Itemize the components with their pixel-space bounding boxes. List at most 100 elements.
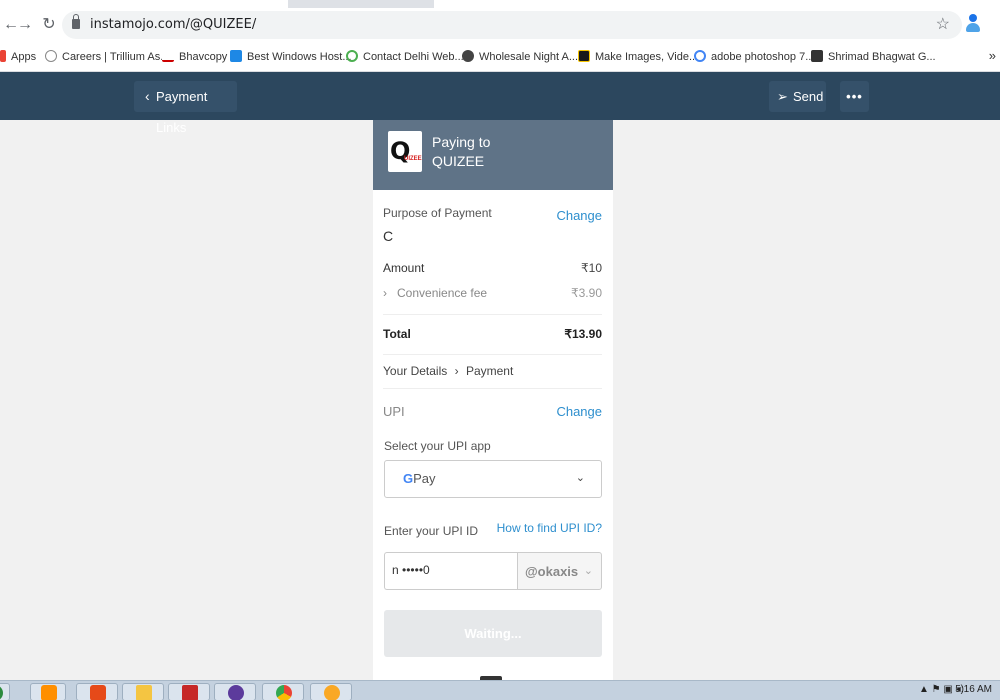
gpay-option: GPay xyxy=(403,471,436,486)
start-button[interactable] xyxy=(0,683,10,700)
fee-value: ₹3.90 xyxy=(571,286,602,300)
back-button-label: Payment Links xyxy=(156,89,208,135)
tab-next[interactable] xyxy=(584,0,1000,8)
bookmark-shrimad-bhagwat[interactable]: Shrimad Bhagwat G... xyxy=(811,48,936,66)
bookmarks-overflow-icon[interactable]: » xyxy=(989,48,996,63)
convenience-fee-toggle[interactable]: › Convenience fee xyxy=(383,286,487,300)
bookmark-windows-host[interactable]: Best Windows Host... xyxy=(230,48,352,66)
tab-previous[interactable] xyxy=(0,0,288,8)
bookmark-star-icon[interactable]: ☆ xyxy=(936,14,950,34)
chevron-right-icon: › xyxy=(454,364,459,378)
apps-grid-icon xyxy=(0,50,6,62)
select-upi-app-label: Select your UPI app xyxy=(384,439,491,453)
extension-profile-icon[interactable] xyxy=(966,14,980,34)
send-button-label: Send xyxy=(793,89,824,104)
gpay-label: Pay xyxy=(413,471,436,486)
taskbar: ▲ ⚑ ▣ ◂) 5:16 AM xyxy=(0,680,1000,700)
tab-active[interactable] xyxy=(434,0,584,8)
folder-icon xyxy=(136,685,152,700)
s-icon xyxy=(578,50,590,62)
bookmark-label: Contact Delhi Web... xyxy=(363,51,464,63)
bookmark-label: Wholesale Night A... xyxy=(479,51,579,63)
send-button[interactable]: ➢ Send xyxy=(769,81,826,112)
amount-label: Amount xyxy=(383,261,425,275)
headset-icon xyxy=(346,50,358,62)
checkout-steps: Your Details › Payment xyxy=(383,364,513,378)
bookmark-adobe-photoshop[interactable]: adobe photoshop 7... xyxy=(694,48,814,66)
clock[interactable]: 5:16 AM xyxy=(955,684,992,695)
bookmark-make-images[interactable]: Make Images, Vide... xyxy=(578,48,698,66)
url-text[interactable]: instamojo.com/@QUIZEE/ xyxy=(90,17,256,32)
bookmark-label: Best Windows Host... xyxy=(247,51,352,63)
chevron-right-icon: › xyxy=(383,286,387,300)
upi-id-label: Enter your UPI ID xyxy=(384,524,479,538)
gpay-g-logo: G xyxy=(403,471,414,486)
chevron-down-icon: ⌄ xyxy=(583,565,593,577)
google-icon xyxy=(694,50,706,62)
paying-to-label: Paying to xyxy=(432,134,491,150)
omnibox[interactable]: instamojo.com/@QUIZEE/ ☆ xyxy=(62,11,962,39)
payment-method-label: UPI xyxy=(383,404,405,419)
media-player-icon xyxy=(41,685,57,700)
divider xyxy=(383,314,602,315)
chevron-left-icon: ‹ xyxy=(145,88,150,104)
bookmark-label: Careers | Trillium As... xyxy=(62,51,170,63)
taskbar-visual-studio[interactable] xyxy=(214,683,256,700)
card-header: Q UIZEE Paying to QUIZEE xyxy=(373,120,613,190)
more-options-button[interactable]: ••• xyxy=(840,81,869,112)
reload-icon[interactable]: ↻ xyxy=(38,14,60,36)
bookmark-apps[interactable]: Apps xyxy=(0,48,36,66)
address-bar: ← → ↻ instamojo.com/@QUIZEE/ ☆ xyxy=(0,8,1000,42)
fee-label: Convenience fee xyxy=(397,286,488,300)
method-change-link[interactable]: Change xyxy=(556,404,602,419)
taskbar-app-yellow[interactable] xyxy=(310,683,352,700)
find-upi-id-link[interactable]: How to find UPI ID? xyxy=(497,521,602,535)
taskbar-explorer[interactable] xyxy=(122,683,164,700)
logo-rest: UIZEE xyxy=(404,156,422,162)
lock-icon xyxy=(72,14,80,29)
taskbar-media-player[interactable] xyxy=(30,683,66,700)
bookmark-bhavcopy[interactable]: Bhavcopy xyxy=(162,48,227,66)
bookmark-contact-delhi[interactable]: Contact Delhi Web... xyxy=(346,48,464,66)
trillium-icon xyxy=(45,50,57,62)
payment-card: Q UIZEE Paying to QUIZEE Purpose of Paym… xyxy=(373,120,613,680)
bookmark-wholesale[interactable]: Wholesale Night A... xyxy=(462,48,578,66)
upi-handle-select[interactable]: @okaxis ⌄ xyxy=(517,552,602,590)
bookmarks-bar: Apps Careers | Trillium As... Bhavcopy B… xyxy=(0,42,1000,72)
total-value: ₹13.90 xyxy=(564,327,602,341)
quizee-logo: Q UIZEE xyxy=(388,131,422,172)
bookmark-label: adobe photoshop 7... xyxy=(711,51,815,63)
taskbar-app-red[interactable] xyxy=(76,683,118,700)
bookmark-label: Apps xyxy=(11,51,37,63)
chevron-down-icon: ⌄ xyxy=(575,472,585,484)
chrome-icon xyxy=(276,685,292,700)
amount-value: ₹10 xyxy=(581,261,602,275)
divider xyxy=(383,354,602,355)
bookmark-label: Make Images, Vide... xyxy=(595,51,699,63)
bookmark-label: Shrimad Bhagwat G... xyxy=(828,51,936,63)
forward-arrow-icon[interactable]: → xyxy=(14,14,36,36)
bookmark-careers[interactable]: Careers | Trillium As... xyxy=(45,48,169,66)
purpose-label: Purpose of Payment xyxy=(383,206,492,220)
total-label: Total xyxy=(383,327,411,341)
send-plane-icon: ➢ xyxy=(777,89,788,104)
m-icon xyxy=(230,50,242,62)
bse-icon xyxy=(162,56,174,62)
waiting-button[interactable]: Waiting... xyxy=(384,610,602,657)
app-red-icon xyxy=(90,685,106,700)
purpose-change-link[interactable]: Change xyxy=(556,208,602,223)
paying-to: Paying to QUIZEE xyxy=(432,133,490,171)
upi-handle-value: @okaxis xyxy=(525,564,579,579)
taskbar-chrome[interactable] xyxy=(262,683,304,700)
divider xyxy=(383,388,602,389)
payment-links-back-button[interactable]: ‹ Payment Links xyxy=(134,81,237,135)
step-payment: Payment xyxy=(465,364,514,378)
step-your-details[interactable]: Your Details xyxy=(383,364,447,378)
upi-app-select[interactable]: GPay ⌄ xyxy=(384,460,602,498)
app-header: ‹ Payment Links ➢ Send ••• xyxy=(0,72,1000,135)
windows-logo-icon xyxy=(0,685,3,700)
app-yellow-icon xyxy=(324,685,340,700)
taskbar-filezilla[interactable] xyxy=(168,683,210,700)
bookmark-label: Bhavcopy xyxy=(179,51,228,63)
upi-id-input[interactable]: n •••••0 xyxy=(384,552,518,590)
